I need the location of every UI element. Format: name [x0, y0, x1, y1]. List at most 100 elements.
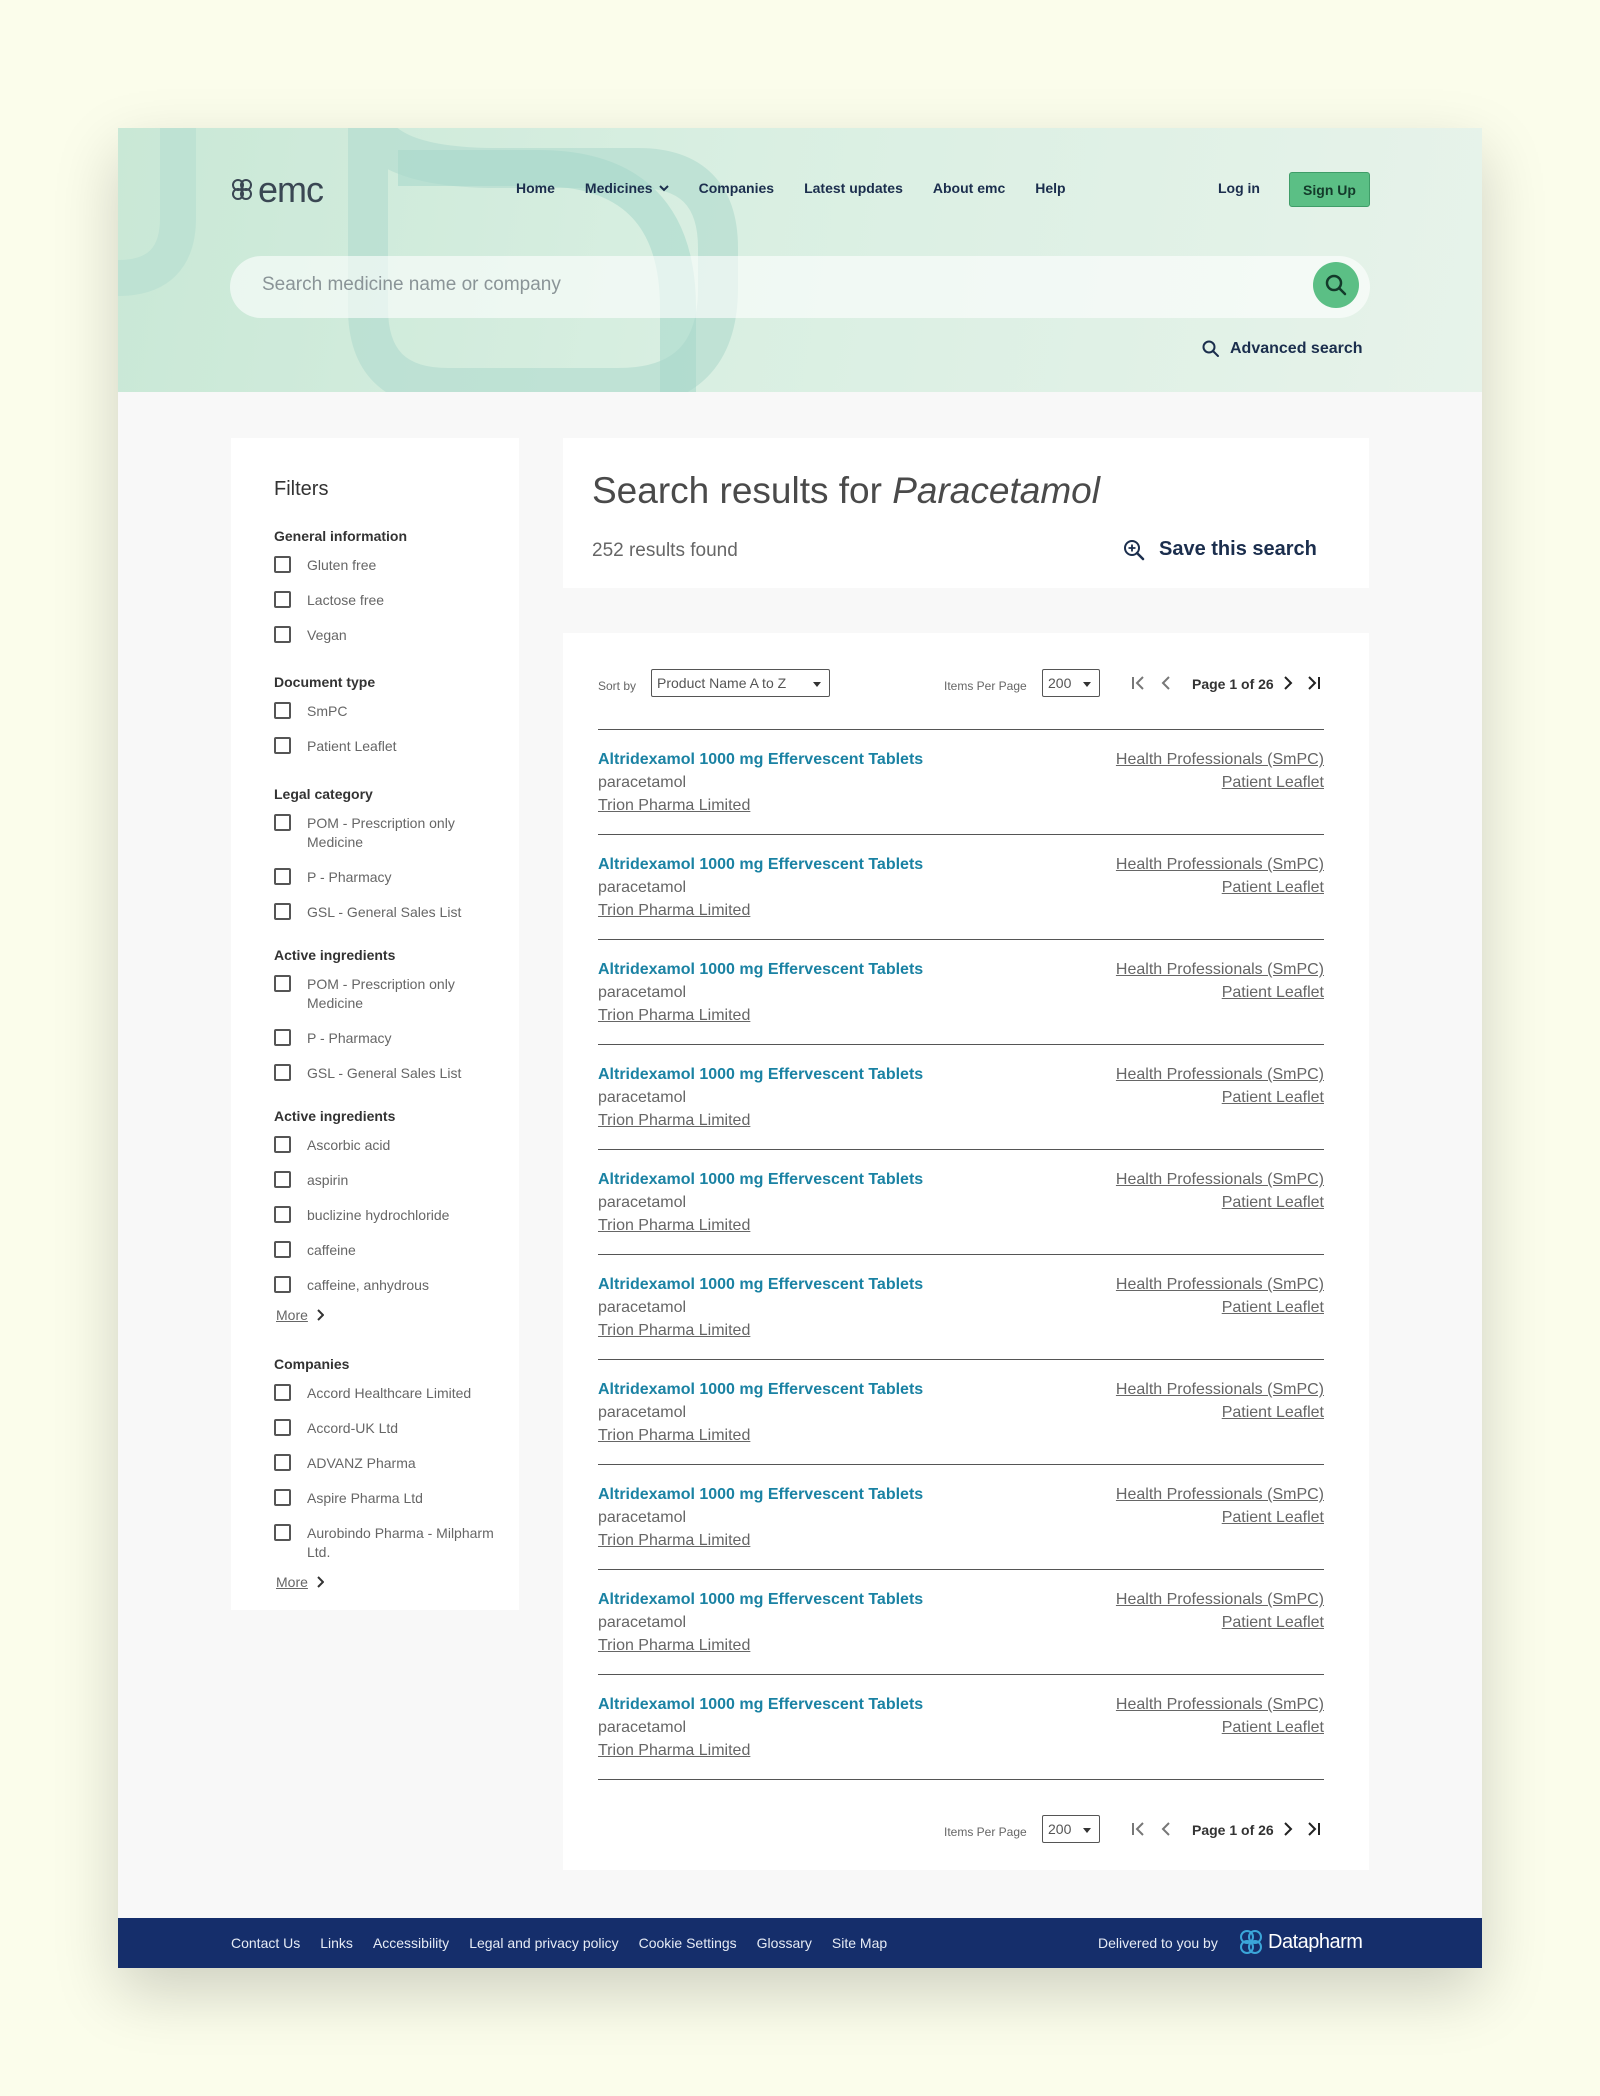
result-product-link[interactable]: Altridexamol 1000 mg Effervescent Tablet…	[598, 961, 923, 979]
result-leaflet-link[interactable]: Patient Leaflet	[1222, 1089, 1324, 1107]
nav-help[interactable]: Help	[1035, 180, 1065, 196]
result-leaflet-link[interactable]: Patient Leaflet	[1222, 1299, 1324, 1317]
result-company-link[interactable]: Trion Pharma Limited	[598, 1532, 750, 1550]
prev-page-icon[interactable]	[1160, 675, 1172, 691]
emc-logo[interactable]: emc	[230, 169, 324, 210]
filter-option[interactable]: POM - Prescription only Medicine	[274, 975, 504, 1013]
checkbox[interactable]	[274, 626, 291, 643]
checkbox[interactable]	[274, 1454, 291, 1471]
result-product-link[interactable]: Altridexamol 1000 mg Effervescent Tablet…	[598, 1066, 923, 1084]
checkbox[interactable]	[274, 903, 291, 920]
checkbox[interactable]	[274, 1206, 291, 1223]
search-button[interactable]	[1313, 262, 1359, 308]
datapharm-logo[interactable]: Datapharm	[1238, 1928, 1363, 1956]
result-leaflet-link[interactable]: Patient Leaflet	[1222, 1614, 1324, 1632]
checkbox[interactable]	[274, 556, 291, 573]
result-product-link[interactable]: Altridexamol 1000 mg Effervescent Tablet…	[598, 1171, 923, 1189]
checkbox[interactable]	[274, 975, 291, 992]
result-smpc-link[interactable]: Health Professionals (SmPC)	[1116, 961, 1324, 979]
result-leaflet-link[interactable]: Patient Leaflet	[1222, 1719, 1324, 1737]
nav-latest-updates[interactable]: Latest updates	[804, 180, 903, 196]
result-product-link[interactable]: Altridexamol 1000 mg Effervescent Tablet…	[598, 856, 923, 874]
result-leaflet-link[interactable]: Patient Leaflet	[1222, 1194, 1324, 1212]
footer-link-sitemap[interactable]: Site Map	[832, 1935, 887, 1951]
result-company-link[interactable]: Trion Pharma Limited	[598, 1112, 750, 1130]
checkbox[interactable]	[274, 1029, 291, 1046]
filter-option[interactable]: Lactose free	[274, 591, 504, 610]
result-product-link[interactable]: Altridexamol 1000 mg Effervescent Tablet…	[598, 1276, 923, 1294]
result-company-link[interactable]: Trion Pharma Limited	[598, 1427, 750, 1445]
footer-link-legal[interactable]: Legal and privacy policy	[469, 1935, 618, 1951]
result-smpc-link[interactable]: Health Professionals (SmPC)	[1116, 856, 1324, 874]
checkbox[interactable]	[274, 702, 291, 719]
filter-option[interactable]: aspirin	[274, 1171, 504, 1190]
result-company-link[interactable]: Trion Pharma Limited	[598, 1322, 750, 1340]
result-smpc-link[interactable]: Health Professionals (SmPC)	[1116, 1696, 1324, 1714]
checkbox[interactable]	[274, 1419, 291, 1436]
filter-option[interactable]: Accord Healthcare Limited	[274, 1384, 504, 1403]
save-search-button[interactable]: Save this search	[1123, 538, 1317, 561]
result-smpc-link[interactable]: Health Professionals (SmPC)	[1116, 1171, 1324, 1189]
footer-link-contact[interactable]: Contact Us	[231, 1935, 300, 1951]
last-page-icon[interactable]	[1306, 675, 1322, 691]
filter-option[interactable]: POM - Prescription only Medicine	[274, 814, 504, 852]
checkbox[interactable]	[274, 591, 291, 608]
result-leaflet-link[interactable]: Patient Leaflet	[1222, 1404, 1324, 1422]
checkbox[interactable]	[274, 1384, 291, 1401]
filter-option[interactable]: Patient Leaflet	[274, 737, 504, 756]
checkbox[interactable]	[274, 1064, 291, 1081]
first-page-icon[interactable]	[1130, 1821, 1146, 1837]
advanced-search-link[interactable]: Advanced search	[1202, 340, 1363, 358]
result-product-link[interactable]: Altridexamol 1000 mg Effervescent Tablet…	[598, 1486, 923, 1504]
result-smpc-link[interactable]: Health Professionals (SmPC)	[1116, 1591, 1324, 1609]
result-product-link[interactable]: Altridexamol 1000 mg Effervescent Tablet…	[598, 751, 923, 769]
filter-option[interactable]: Aspire Pharma Ltd	[274, 1489, 504, 1508]
filter-option[interactable]: caffeine, anhydrous	[274, 1276, 504, 1295]
footer-link-glossary[interactable]: Glossary	[757, 1935, 812, 1951]
filter-option[interactable]: Aurobindo Pharma - Milpharm Ltd.	[274, 1524, 504, 1562]
filter-option[interactable]: buclizine hydrochloride	[274, 1206, 504, 1225]
next-page-icon[interactable]	[1282, 1821, 1294, 1837]
search-input[interactable]	[262, 274, 1262, 296]
prev-page-icon[interactable]	[1160, 1821, 1172, 1837]
filter-option[interactable]: Accord-UK Ltd	[274, 1419, 504, 1438]
checkbox[interactable]	[274, 1171, 291, 1188]
next-page-icon[interactable]	[1282, 675, 1294, 691]
result-company-link[interactable]: Trion Pharma Limited	[598, 1742, 750, 1760]
result-product-link[interactable]: Altridexamol 1000 mg Effervescent Tablet…	[598, 1381, 923, 1399]
filter-option[interactable]: GSL - General Sales List	[274, 1064, 504, 1083]
result-smpc-link[interactable]: Health Professionals (SmPC)	[1116, 751, 1324, 769]
footer-link-cookies[interactable]: Cookie Settings	[639, 1935, 737, 1951]
result-smpc-link[interactable]: Health Professionals (SmPC)	[1116, 1486, 1324, 1504]
signup-button[interactable]: Sign Up	[1289, 172, 1370, 207]
checkbox[interactable]	[274, 1136, 291, 1153]
checkbox[interactable]	[274, 814, 291, 831]
login-link[interactable]: Log in	[1218, 180, 1260, 196]
filter-option[interactable]: SmPC	[274, 702, 504, 721]
filter-option[interactable]: P - Pharmacy	[274, 1029, 504, 1048]
result-company-link[interactable]: Trion Pharma Limited	[598, 797, 750, 815]
result-smpc-link[interactable]: Health Professionals (SmPC)	[1116, 1381, 1324, 1399]
nav-home[interactable]: Home	[516, 180, 555, 196]
sort-select[interactable]: Product Name A to Z	[651, 669, 830, 697]
result-smpc-link[interactable]: Health Professionals (SmPC)	[1116, 1066, 1324, 1084]
result-company-link[interactable]: Trion Pharma Limited	[598, 1007, 750, 1025]
footer-link-accessibility[interactable]: Accessibility	[373, 1935, 449, 1951]
result-company-link[interactable]: Trion Pharma Limited	[598, 1637, 750, 1655]
filter-option[interactable]: ADVANZ Pharma	[274, 1454, 504, 1473]
checkbox[interactable]	[274, 868, 291, 885]
result-product-link[interactable]: Altridexamol 1000 mg Effervescent Tablet…	[598, 1696, 923, 1714]
nav-medicines[interactable]: Medicines	[585, 180, 669, 196]
result-leaflet-link[interactable]: Patient Leaflet	[1222, 879, 1324, 897]
result-company-link[interactable]: Trion Pharma Limited	[598, 902, 750, 920]
more-ingredients-link[interactable]: More	[276, 1307, 504, 1323]
result-company-link[interactable]: Trion Pharma Limited	[598, 1217, 750, 1235]
filter-option[interactable]: Ascorbic acid	[274, 1136, 504, 1155]
checkbox[interactable]	[274, 737, 291, 754]
filter-option[interactable]: P - Pharmacy	[274, 868, 504, 887]
checkbox[interactable]	[274, 1489, 291, 1506]
result-leaflet-link[interactable]: Patient Leaflet	[1222, 774, 1324, 792]
checkbox[interactable]	[274, 1276, 291, 1293]
more-companies-link[interactable]: More	[276, 1574, 504, 1590]
filter-option[interactable]: GSL - General Sales List	[274, 903, 504, 922]
